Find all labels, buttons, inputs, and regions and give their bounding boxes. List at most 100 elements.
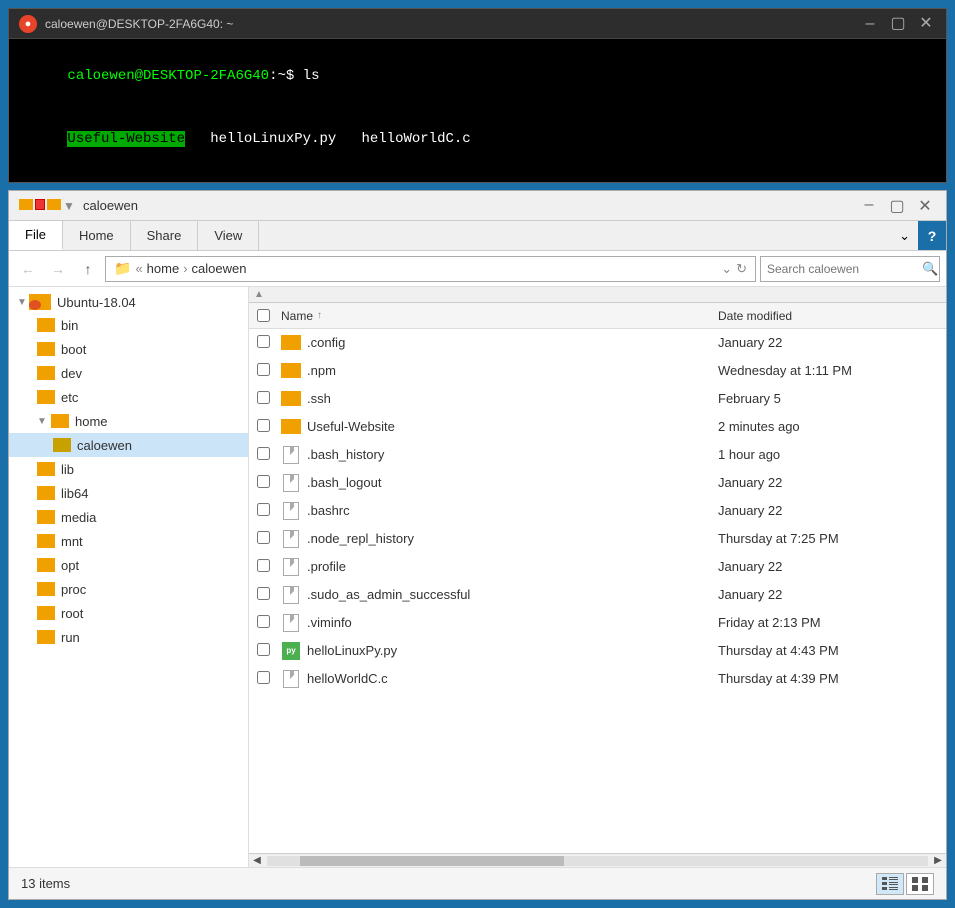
column-name[interactable]: Name ↑ [281,309,718,323]
row-checkbox-hello-py[interactable] [257,643,277,659]
explorer-titlebar: ▼ caloewen – ▢ ✕ [9,191,946,221]
folder-icon-root [37,606,55,620]
scroll-left-button[interactable]: ◀ [249,854,265,868]
select-all-input[interactable] [257,309,270,322]
file-row-sudo[interactable]: .sudo_as_admin_successful January 22 [249,581,946,609]
sidebar-item-etc[interactable]: etc [9,385,248,409]
file-row-bash-history[interactable]: .bash_history 1 hour ago [249,441,946,469]
up-button[interactable]: ↑ [75,256,101,282]
forward-button[interactable]: → [45,256,71,282]
terminal-body[interactable]: caloewen@DESKTOP-2FA6G40:~$ ls Useful-We… [9,39,946,182]
file-row-bashrc[interactable]: .bashrc January 22 [249,497,946,525]
sidebar-item-boot[interactable]: boot [9,337,248,361]
sidebar-item-opt[interactable]: opt [9,553,248,577]
filedate-useful-website: 2 minutes ago [718,419,938,434]
address-refresh-button[interactable]: ↻ [736,261,747,277]
file-row-profile[interactable]: .profile January 22 [249,553,946,581]
file-row-hello-py[interactable]: py helloLinuxPy.py Thursday at 4:43 PM [249,637,946,665]
window-maximize-button[interactable]: ▢ [886,196,908,216]
sidebar-item-bin[interactable]: bin [9,313,248,337]
row-checkbox-bash-logout[interactable] [257,475,277,491]
file-shape-viminfo [283,614,299,632]
row-checkbox-npm[interactable] [257,363,277,379]
sidebar-item-lib64[interactable]: lib64 [9,481,248,505]
filename-node-repl: .node_repl_history [307,531,718,546]
terminal-maximize-button[interactable]: ▢ [888,16,908,32]
search-input[interactable] [767,262,922,276]
row-checkbox-viminfo[interactable] [257,615,277,631]
tab-file[interactable]: File [9,221,63,250]
sidebar-label-mnt: mnt [61,534,83,549]
sidebar-scrollbar[interactable]: ▲ [249,287,946,303]
filedate-npm: Wednesday at 1:11 PM [718,363,938,378]
sidebar-item-dev[interactable]: dev [9,361,248,385]
file-row-hello-c[interactable]: helloWorldC.c Thursday at 4:39 PM [249,665,946,693]
file-icon-hello-c [281,670,301,688]
tab-share[interactable]: Share [131,221,199,250]
tab-home[interactable]: Home [63,221,131,250]
scroll-track[interactable] [267,856,928,866]
address-box[interactable]: 📁 « home › caloewen ⌄ ↻ [105,256,756,282]
folder-icon-media [37,510,55,524]
column-date[interactable]: Date modified [718,309,938,323]
window-close-button[interactable]: ✕ [914,196,936,216]
terminal-titlebar: ● caloewen@DESKTOP-2FA6G40: ~ – ▢ ✕ [9,9,946,39]
back-button[interactable]: ← [15,256,41,282]
sidebar-item-caloewen[interactable]: caloewen [9,433,248,457]
sidebar-label-etc: etc [61,390,78,405]
row-checkbox-hello-c[interactable] [257,671,277,687]
sidebar-item-proc[interactable]: proc [9,577,248,601]
folder-icon-file-useful-website [281,418,301,436]
ribbon-expand-button[interactable]: ⌄ [891,221,918,250]
scroll-right-button[interactable]: ▶ [930,854,946,868]
window-minimize-button[interactable]: – [858,196,880,216]
search-icon[interactable]: 🔍 [922,261,938,277]
folder-icon-file-config [281,334,301,352]
tab-view[interactable]: View [198,221,259,250]
select-all-checkbox[interactable] [257,309,277,322]
row-checkbox-bashrc[interactable] [257,503,277,519]
scroll-up-button[interactable]: ▲ [249,287,269,303]
sidebar-label-lib: lib [61,462,74,477]
filename-ssh: .ssh [307,391,718,406]
row-checkbox-node-repl[interactable] [257,531,277,547]
address-folder-icon: 📁 [114,260,131,277]
sidebar-item-lib[interactable]: lib [9,457,248,481]
address-part-caloewen[interactable]: caloewen [192,261,247,276]
row-checkbox-config[interactable] [257,335,277,351]
sidebar-item-ubuntu[interactable]: ▼ Ubuntu-18.04 [9,291,248,313]
view-buttons [876,873,934,895]
address-part-home[interactable]: home [147,261,180,276]
sidebar-label-opt: opt [61,558,79,573]
sidebar-item-media[interactable]: media [9,505,248,529]
help-button[interactable]: ? [918,221,946,250]
file-row-useful-website[interactable]: Useful-Website 2 minutes ago [249,413,946,441]
row-checkbox-bash-history[interactable] [257,447,277,463]
details-view-button[interactable] [876,873,904,895]
folder-icon-opt [37,558,55,572]
sidebar-item-root[interactable]: root [9,601,248,625]
horizontal-scrollbar[interactable]: ◀ ▶ [249,853,946,867]
folder-icon-b [35,199,45,210]
sidebar-item-mnt[interactable]: mnt [9,529,248,553]
tiles-view-button[interactable] [906,873,934,895]
file-row-ssh[interactable]: .ssh February 5 [249,385,946,413]
address-dropdown-button[interactable]: ⌄ [721,261,732,277]
row-checkbox-profile[interactable] [257,559,277,575]
row-checkbox-sudo[interactable] [257,587,277,603]
sidebar-item-home[interactable]: ▼ home [9,409,248,433]
file-shape-profile [283,558,299,576]
file-row-viminfo[interactable]: .viminfo Friday at 2:13 PM [249,609,946,637]
scroll-thumb[interactable] [300,856,564,866]
file-row-npm[interactable]: .npm Wednesday at 1:11 PM [249,357,946,385]
file-row-node-repl[interactable]: .node_repl_history Thursday at 7:25 PM [249,525,946,553]
filename-hello-py: helloLinuxPy.py [307,643,718,658]
search-box[interactable]: 🔍 [760,256,940,282]
row-checkbox-ssh[interactable] [257,391,277,407]
file-row-config[interactable]: .config January 22 [249,329,946,357]
sidebar-item-run[interactable]: run [9,625,248,649]
file-row-bash-logout[interactable]: .bash_logout January 22 [249,469,946,497]
terminal-close-button[interactable]: ✕ [916,16,936,32]
row-checkbox-useful-website[interactable] [257,419,277,435]
terminal-minimize-button[interactable]: – [860,16,880,32]
